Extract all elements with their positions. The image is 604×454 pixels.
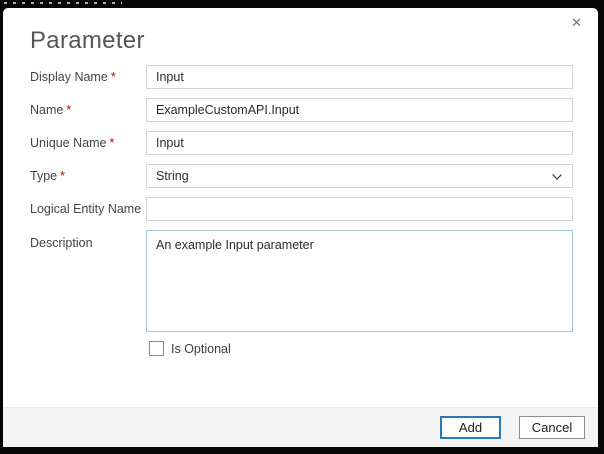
- background-remnant: [4, 2, 122, 4]
- display-name-label: Display Name *: [30, 70, 116, 84]
- type-label: Type *: [30, 169, 65, 183]
- parameter-dialog: Parameter ✕ Display Name* Name* Unique N…: [3, 8, 598, 447]
- required-asterisk: *: [60, 169, 65, 183]
- name-label: Name *: [30, 103, 72, 117]
- logical-entity-name-field[interactable]: [146, 197, 573, 221]
- unique-name-field[interactable]: [146, 131, 573, 155]
- name-field[interactable]: [146, 98, 573, 122]
- type-select-value: String: [156, 169, 189, 183]
- type-select[interactable]: String: [146, 164, 573, 188]
- required-asterisk: *: [109, 136, 115, 150]
- add-button[interactable]: Add: [440, 416, 501, 439]
- chevron-down-icon: [551, 171, 563, 183]
- dialog-footer: Add Cancel: [3, 407, 598, 447]
- page-title: Parameter: [30, 27, 145, 54]
- required-asterisk: *: [110, 70, 116, 84]
- description-label: Description: [30, 236, 93, 250]
- unique-name-label: Unique Name *: [30, 136, 115, 150]
- logical-entity-name-label: Logical Entity Name: [30, 202, 142, 216]
- is-optional-label: Is Optional: [171, 342, 231, 356]
- is-optional-checkbox[interactable]: [149, 341, 164, 356]
- display-name-field[interactable]: [146, 65, 573, 89]
- close-icon[interactable]: ✕: [565, 12, 588, 33]
- cancel-button[interactable]: Cancel: [519, 416, 585, 439]
- required-asterisk: *: [66, 103, 72, 117]
- description-field[interactable]: An example Input parameter: [146, 230, 573, 332]
